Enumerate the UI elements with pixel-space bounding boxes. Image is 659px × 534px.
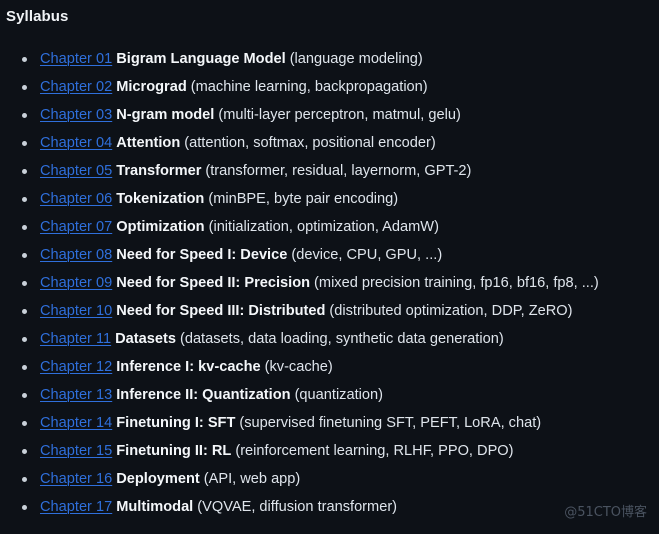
- list-item: Chapter 01 Bigram Language Model (language…: [0, 45, 659, 73]
- list-item: Chapter 14 Finetuning I: SFT (supervised f…: [0, 409, 659, 437]
- bullet-icon: [22, 57, 27, 62]
- list-item: Chapter 08 Need for Speed I: Device (devic…: [0, 241, 659, 269]
- bullet-icon: [22, 197, 27, 202]
- list-item: Chapter 05 Transformer (transformer, resid…: [0, 157, 659, 185]
- chapter-title: N-gram model: [116, 107, 215, 123]
- chapter-link[interactable]: Chapter 08: [40, 247, 112, 263]
- chapter-link[interactable]: Chapter 02: [40, 79, 112, 95]
- bullet-icon: [22, 365, 27, 370]
- bullet-icon: [22, 253, 27, 258]
- chapter-title: Multimodal: [116, 499, 194, 515]
- list-item: Chapter 03 N-gram model (multi-layer perce…: [0, 101, 659, 129]
- syllabus-page: Syllabus Chapter 01 Bigram Language Model…: [0, 0, 659, 534]
- chapter-link[interactable]: Chapter 04: [40, 135, 112, 151]
- list-item: Chapter 02 Micrograd (machine learning, ba…: [0, 73, 659, 101]
- chapter-title: Tokenization: [116, 191, 205, 207]
- chapter-link[interactable]: Chapter 12: [40, 359, 112, 375]
- chapter-description: (attention, softmax, positional encoder): [184, 135, 436, 151]
- chapter-title: Need for Speed II: Precision: [116, 275, 311, 291]
- chapter-title: Need for Speed III: Distributed: [116, 303, 326, 319]
- chapter-title: Optimization: [116, 219, 205, 235]
- list-item: Chapter 09 Need for Speed II: Precision (m…: [0, 269, 659, 297]
- chapter-title: Inference II: Quantization: [116, 387, 291, 403]
- bullet-icon: [22, 505, 27, 510]
- chapter-description: (initialization, optimization, AdamW): [208, 219, 439, 235]
- chapter-link[interactable]: Chapter 15: [40, 443, 112, 459]
- chapter-description: (VQVAE, diffusion transformer): [197, 499, 398, 515]
- chapter-title: Inference I: kv-cache: [116, 359, 261, 375]
- chapter-link[interactable]: Chapter 13: [40, 387, 112, 403]
- page-title: Syllabus: [6, 8, 69, 25]
- list-item: Chapter 10 Need for Speed III: Distribute…: [0, 297, 659, 325]
- syllabus-list: Chapter 01 Bigram Language Model (language…: [0, 45, 659, 521]
- list-item: Chapter 17 Multimodal (VQVAE, diffusion tr…: [0, 493, 659, 521]
- chapter-description: (kv-cache): [264, 359, 333, 375]
- list-item: Chapter 15 Finetuning II: RL (reinforcemen…: [0, 437, 659, 465]
- chapter-description: (machine learning, backpropagation): [190, 79, 428, 95]
- bullet-icon: [22, 309, 27, 314]
- chapter-description: (multi-layer perceptron, matmul, gelu): [218, 107, 461, 123]
- bullet-icon: [22, 225, 27, 230]
- list-item: Chapter 11 Datasets (datasets, data loadin…: [0, 325, 659, 353]
- chapter-description: (distributed optimization, DDP, ZeRO): [329, 303, 573, 319]
- chapter-description: (transformer, residual, layernorm, GPT-2…: [205, 163, 472, 179]
- chapter-description: (quantization): [294, 387, 383, 403]
- chapter-link[interactable]: Chapter 09: [40, 275, 112, 291]
- chapter-link[interactable]: Chapter 14: [40, 415, 112, 431]
- list-item: Chapter 07 Optimization (initialization, o…: [0, 213, 659, 241]
- chapter-description: (language modeling): [289, 51, 423, 67]
- chapter-link[interactable]: Chapter 05: [40, 163, 112, 179]
- chapter-description: (supervised finetuning SFT, PEFT, LoRA, …: [239, 415, 542, 431]
- bullet-icon: [22, 281, 27, 286]
- list-item: Chapter 12 Inference I: kv-cache (kv-cache…: [0, 353, 659, 381]
- chapter-title: Transformer: [116, 163, 202, 179]
- chapter-description: (minBPE, byte pair encoding): [208, 191, 399, 207]
- chapter-link[interactable]: Chapter 06: [40, 191, 112, 207]
- chapter-description: (datasets, data loading, synthetic data …: [179, 331, 504, 347]
- chapter-link[interactable]: Chapter 03: [40, 107, 112, 123]
- chapter-description: (device, CPU, GPU, ...): [291, 247, 443, 263]
- bullet-icon: [22, 393, 27, 398]
- bullet-icon: [22, 449, 27, 454]
- list-item: Chapter 16 Deployment (API, web app): [0, 465, 659, 493]
- bullet-icon: [22, 477, 27, 482]
- chapter-description: (reinforcement learning, RLHF, PPO, DPO): [235, 443, 514, 459]
- chapter-title: Datasets: [115, 331, 176, 347]
- chapter-link[interactable]: Chapter 17: [40, 499, 112, 515]
- chapter-link[interactable]: Chapter 07: [40, 219, 112, 235]
- bullet-icon: [22, 421, 27, 426]
- chapter-description: (mixed precision training, fp16, bf16, f…: [314, 275, 599, 291]
- chapter-title: Finetuning II: RL: [116, 443, 232, 459]
- watermark: @51CTO博客: [564, 505, 647, 520]
- chapter-title: Deployment: [116, 471, 200, 487]
- chapter-link[interactable]: Chapter 01: [40, 51, 112, 67]
- chapter-title: Bigram Language Model: [116, 51, 286, 67]
- list-item: Chapter 06 Tokenization (minBPE, byte pair…: [0, 185, 659, 213]
- bullet-icon: [22, 337, 27, 342]
- chapter-title: Finetuning I: SFT: [116, 415, 236, 431]
- list-item: Chapter 13 Inference II: Quantization (qua…: [0, 381, 659, 409]
- chapter-title: Micrograd: [116, 79, 187, 95]
- chapter-link[interactable]: Chapter 11: [40, 331, 111, 347]
- bullet-icon: [22, 85, 27, 90]
- chapter-link[interactable]: Chapter 10: [40, 303, 112, 319]
- chapter-title: Attention: [116, 135, 181, 151]
- bullet-icon: [22, 141, 27, 146]
- chapter-link[interactable]: Chapter 16: [40, 471, 112, 487]
- chapter-title: Need for Speed I: Device: [116, 247, 288, 263]
- list-item: Chapter 04 Attention (attention, softmax, …: [0, 129, 659, 157]
- chapter-description: (API, web app): [203, 471, 301, 487]
- bullet-icon: [22, 113, 27, 118]
- bullet-icon: [22, 169, 27, 174]
